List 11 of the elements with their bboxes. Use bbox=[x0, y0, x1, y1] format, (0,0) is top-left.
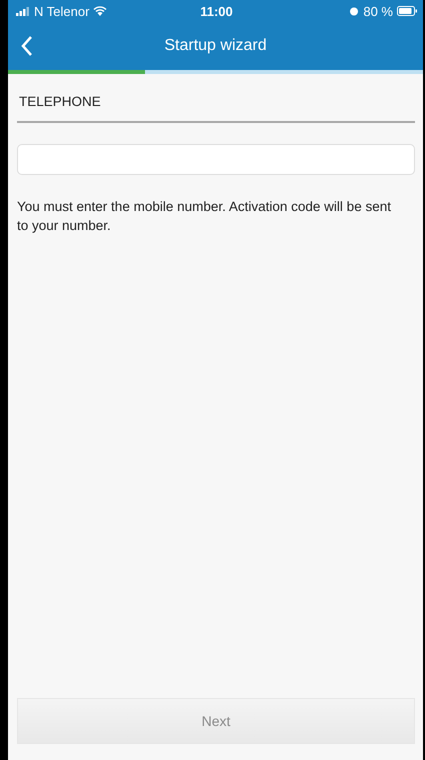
battery-icon bbox=[396, 6, 417, 16]
carrier-name: N Telenor bbox=[34, 4, 90, 18]
back-icon[interactable] bbox=[21, 36, 33, 56]
screen-title: Startup wizard bbox=[164, 37, 267, 55]
battery-percent: 80 % bbox=[363, 4, 393, 18]
phone-field[interactable] bbox=[17, 144, 415, 175]
status-time: 11:00 bbox=[200, 4, 233, 18]
wifi-icon bbox=[93, 6, 108, 16]
signal-icon bbox=[16, 6, 30, 16]
hint-text: You must enter the mobile number. Activation code will be sent to your number. bbox=[17, 198, 392, 235]
section-title: TELEPHONE bbox=[17, 74, 415, 123]
